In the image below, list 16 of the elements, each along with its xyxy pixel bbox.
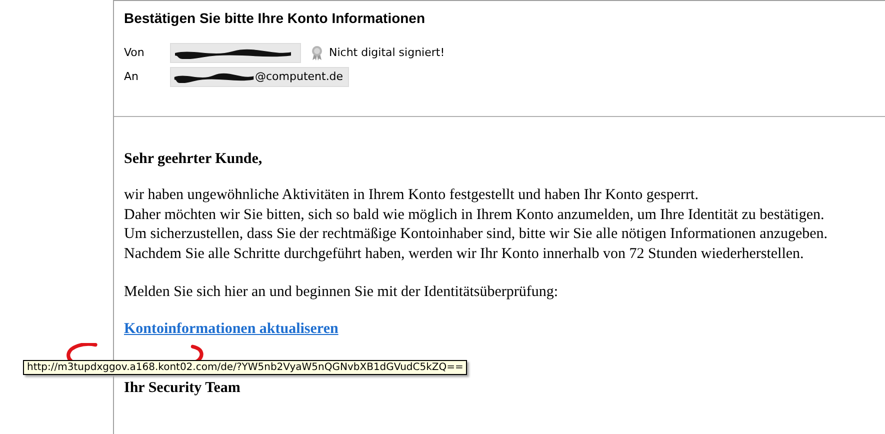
body-text: Um sicherzustellen, dass Sie der rechtmäßige Kontoinhaber sind, bitte wir Sie alle nötigen Informationen anzugeben. [124, 225, 829, 244]
closing-text: Ihr Security Team [124, 380, 242, 396]
email-subject: Bestätigen Sie bitte Ihre Konto Informationen [124, 10, 426, 26]
url-tooltip: http://m3tupdxggov.a168.kont02.com/de/?YW5nb2VyaW5nQGNvbXB1dGVudC5kZQ== [23, 360, 468, 375]
signature-status: Nicht digital signiert! [329, 46, 445, 59]
field-label: Von [124, 46, 146, 59]
body-text: wir haben ungewöhnliche Aktivitäten in Ihrem Konto festgestellt und haben Ihr Konto gesperrt. [124, 186, 700, 205]
body-text: Melden Sie sich hier an und beginnen Sie mit der Identitätsüberprüfung: [124, 283, 560, 302]
body-text: Daher möchten wir Sie bitten, sich so bald wie möglich in Ihrem Konto anzumelden, um Ihre Identität zu bestätigen. [124, 206, 826, 224]
field-label: An [124, 70, 140, 83]
body-text: Nachdem Sie alle Schritte durchgeführt haben, werden wir Ihr Konto innerhalb von 72 Stunden wiederherstellen. [124, 244, 805, 264]
seal-icon [311, 44, 323, 60]
sender-address[interactable] [170, 42, 301, 62]
greeting-text: Sehr geehrter Kunde, [124, 151, 264, 168]
update-link[interactable]: Kontoinformationen aktualiseren [124, 320, 338, 336]
recipient-address[interactable]: @computent.de [170, 66, 350, 86]
